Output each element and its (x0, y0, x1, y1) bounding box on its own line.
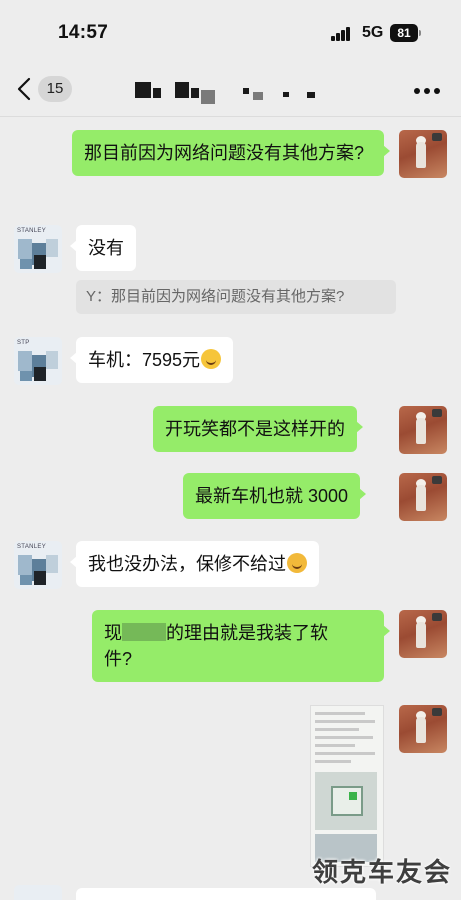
signal-icon (331, 27, 353, 41)
back-arrow-icon[interactable] (14, 76, 36, 102)
message-text-start: 现 (104, 623, 122, 643)
my-avatar[interactable] (399, 130, 447, 178)
contact-avatar[interactable]: STANLEY (14, 225, 62, 273)
tired-face-emoji-icon (287, 553, 307, 573)
my-avatar[interactable] (399, 610, 447, 658)
message-text: 开玩笑都不是这样开的 (165, 419, 345, 439)
contact-avatar[interactable]: STANLEY (14, 541, 62, 589)
redacted-text (122, 623, 166, 641)
more-options-icon[interactable] (414, 88, 442, 96)
image-message-thumbnail[interactable] (310, 705, 384, 867)
message-text-end: 的理由就是我装了软 (166, 623, 328, 643)
quoted-reply[interactable]: Y：那目前因为网络问题没有其他方案? (76, 280, 396, 314)
quoted-text: Y：那目前因为网络问题没有其他方案? (86, 288, 345, 305)
status-bar: 14:57 5G 81 (0, 0, 461, 62)
message-text: 车机：7595元 (88, 350, 201, 370)
message-text: 最新车机也就 3000 (195, 486, 349, 506)
network-type: 5G (362, 24, 384, 41)
laughing-tears-emoji-icon (201, 349, 222, 369)
message-bubble-outgoing[interactable]: 那目前因为网络问题没有其他方案? (72, 130, 390, 176)
message-bubble-outgoing[interactable]: 最新车机也就 3000 (183, 473, 367, 519)
message-bubble-incoming[interactable]: 没有 (70, 225, 136, 271)
message-text: 那目前因为网络问题没有其他方案? (84, 143, 365, 163)
message-bubble-incoming[interactable]: 车机：7595元 (69, 337, 234, 383)
battery-icon: 81 (390, 24, 418, 42)
watermark-text: 领克车友会 (312, 857, 453, 887)
contact-avatar[interactable]: STP (14, 337, 62, 385)
message-bubble-incoming[interactable]: 我也没办法，保修不给过 (70, 541, 319, 587)
my-avatar[interactable] (399, 705, 447, 753)
battery-tip (419, 30, 421, 36)
unread-count-badge[interactable]: 15 (38, 76, 72, 102)
chat-header: 15 (0, 62, 461, 117)
message-text-line2: 件? (104, 649, 133, 669)
message-text: 没有 (88, 238, 124, 258)
message-bubble-outgoing[interactable]: 开玩笑都不是这样开的 (153, 406, 363, 452)
my-avatar[interactable] (399, 406, 447, 454)
message-text: 我也没办法，保修不给过 (88, 554, 286, 574)
contact-avatar-partial[interactable] (14, 885, 62, 900)
my-avatar[interactable] (399, 473, 447, 521)
message-bubble-partial[interactable] (76, 888, 376, 900)
status-time: 14:57 (58, 22, 109, 43)
chat-title-redacted (135, 82, 320, 104)
message-bubble-outgoing[interactable]: 现 的理由就是我装了软 件? (92, 610, 390, 682)
